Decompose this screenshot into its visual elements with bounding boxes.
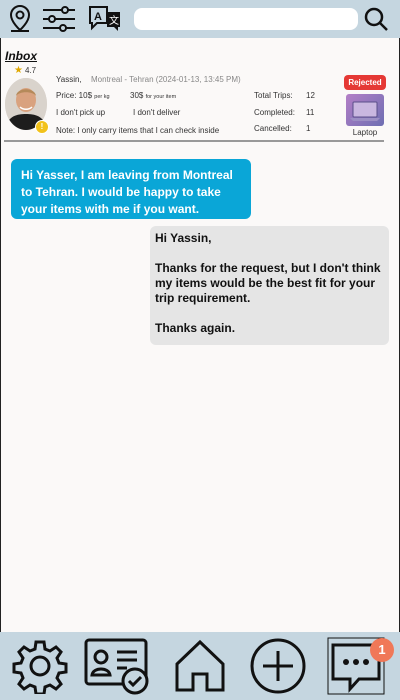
traveler-rating: ★ 4.7 xyxy=(14,65,37,76)
item-price: 30$ for your item xyxy=(130,91,177,100)
pickup-option: I don't pick up xyxy=(56,108,106,117)
svg-text:文: 文 xyxy=(109,14,119,27)
location-pin-icon[interactable] xyxy=(6,3,34,35)
cancelled-value: 1 xyxy=(306,124,311,133)
traveler-name: Yassin, xyxy=(56,75,82,84)
trip-route: Montreal - Tehran (2024-01-13, 13:45 PM) xyxy=(91,75,241,84)
settings-icon[interactable] xyxy=(10,636,70,696)
home-icon[interactable] xyxy=(170,636,230,696)
completed-label: Completed: xyxy=(254,108,295,117)
traveler-note: Note: I only carry items that I can chec… xyxy=(56,126,220,135)
inbox-title: Inbox xyxy=(5,49,37,63)
total-trips-label: Total Trips: xyxy=(254,91,293,100)
profile-card-icon[interactable] xyxy=(82,636,152,696)
add-icon[interactable] xyxy=(248,636,308,696)
translate-icon[interactable]: A文 xyxy=(86,3,124,35)
cancelled-label: Cancelled: xyxy=(254,124,292,133)
item-label: Laptop xyxy=(352,128,378,137)
completed-value: 11 xyxy=(306,108,315,117)
trip-request-card[interactable]: ★ 4.7 ! Yassin, Montreal - Tehran (2024-… xyxy=(4,64,386,142)
search-icon[interactable] xyxy=(362,3,390,35)
bottom-nav xyxy=(0,632,400,700)
outgoing-message: Hi Yassin, Thanks for the request, but I… xyxy=(150,226,389,345)
delivery-option: I don't deliver xyxy=(133,108,181,117)
star-icon: ★ xyxy=(14,65,23,76)
status-badge: Rejected xyxy=(344,75,386,90)
svg-text:A: A xyxy=(94,11,102,23)
search-input[interactable] xyxy=(134,8,358,30)
filters-icon[interactable] xyxy=(40,3,78,35)
messages-badge: 1 xyxy=(370,638,394,662)
top-bar: A文 xyxy=(0,0,400,38)
price: Price: 10$ per kg xyxy=(56,91,110,100)
total-trips-value: 12 xyxy=(306,91,315,100)
laptop-image[interactable] xyxy=(346,94,384,126)
alert-badge: ! xyxy=(35,120,49,134)
incoming-message: Hi Yasser, I am leaving from Montreal to… xyxy=(11,159,251,219)
